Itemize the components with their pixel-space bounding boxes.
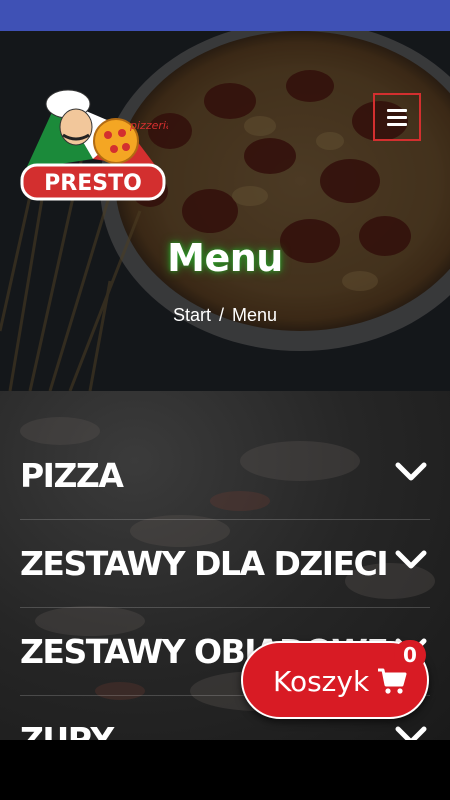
breadcrumb-home-link[interactable]: Start: [173, 305, 211, 325]
breadcrumb-separator: /: [218, 305, 224, 325]
category-pizza[interactable]: PIZZA: [20, 432, 430, 520]
cart-label: Koszyk: [273, 665, 370, 698]
hero-banner: pizzeria PRESTO Menu Start / Menu: [0, 31, 450, 391]
chevron-down-icon: [395, 462, 427, 481]
chevron-down-icon: [395, 550, 427, 569]
logo-brand-text: PRESTO: [44, 171, 142, 196]
navigation-bar: [0, 740, 450, 800]
cart-count-badge: 0: [394, 640, 426, 670]
cart-icon: [378, 668, 407, 694]
breadcrumb-current: Menu: [232, 305, 278, 325]
hamburger-icon: [387, 108, 407, 112]
pizzeria-presto-logo[interactable]: pizzeria PRESTO: [18, 69, 168, 204]
logo-sub-text: pizzeria: [129, 119, 168, 132]
category-zestawy-dla-dzieci[interactable]: ZESTAWY DLA DZIECI: [20, 520, 430, 608]
category-label: ZESTAWY DLA DZIECI: [20, 544, 389, 583]
page-title: Menu: [167, 236, 283, 280]
menu-toggle-button[interactable]: [373, 93, 421, 141]
category-label: ZUPY: [20, 720, 114, 740]
breadcrumb: Start / Menu: [0, 305, 450, 326]
status-bar: [0, 0, 450, 31]
chevron-down-icon: [395, 726, 427, 740]
category-label: PIZZA: [20, 456, 124, 495]
